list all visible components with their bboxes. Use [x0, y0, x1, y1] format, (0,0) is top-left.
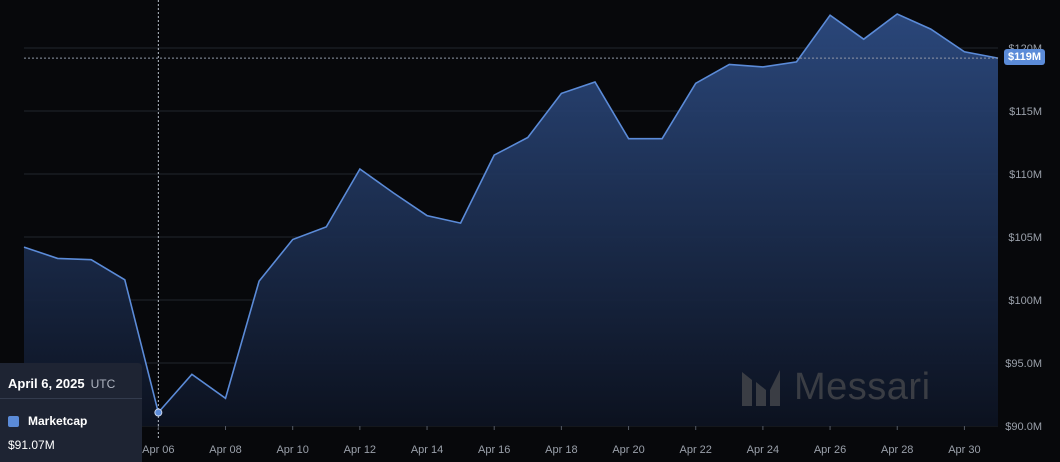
x-tick-label: Apr 10 [276, 444, 308, 456]
crosshair-point [154, 408, 163, 417]
x-tick-label: Apr 16 [478, 444, 510, 456]
x-tick-label: Apr 24 [747, 444, 779, 456]
tooltip-series-label: Marketcap [28, 414, 88, 428]
y-tick-label: $115M [1009, 106, 1042, 118]
watermark-text: Messari [794, 365, 931, 408]
messari-watermark: Messari [740, 363, 931, 411]
x-tick-label: Apr 14 [411, 444, 443, 456]
x-tick-label: Apr 22 [680, 444, 712, 456]
chart-tooltip: April 6, 2025 UTC Marketcap $91.07M [0, 363, 142, 462]
tooltip-date: April 6, 2025 [8, 376, 85, 391]
y-tick-label: $105M [1008, 232, 1042, 244]
tooltip-series-row: Marketcap [8, 414, 87, 428]
x-axis-ticks: Apr 06 Apr 08 Apr 10 Apr 12 Apr 14 Apr 16 Apr … [142, 426, 981, 456]
y-axis-ticks: $90.0M$95.0M$100M$105M$110M$115M$120M [1005, 43, 1042, 433]
tooltip-divider [0, 398, 142, 399]
tooltip-value: $91.07M [8, 438, 55, 452]
messari-logo-icon [742, 370, 780, 406]
x-tick-label: Apr 30 [948, 444, 980, 456]
x-tick-label: Apr 08 [209, 444, 241, 456]
x-tick-label: Apr 26 [814, 444, 846, 456]
last-value-badge: $119M [1004, 49, 1045, 65]
x-tick-label: Apr 20 [612, 444, 644, 456]
x-tick-label: Apr 06 [142, 444, 174, 456]
x-tick-label: Apr 28 [881, 444, 913, 456]
x-tick-label: Apr 12 [344, 444, 376, 456]
x-tick-label: Apr 18 [545, 444, 577, 456]
series-swatch [8, 415, 19, 427]
y-tick-label: $95.0M [1005, 358, 1042, 370]
tooltip-timezone: UTC [90, 377, 116, 391]
tooltip-date-row: April 6, 2025 UTC [8, 376, 115, 391]
y-tick-label: $100M [1008, 295, 1042, 307]
y-tick-label: $90.0M [1005, 421, 1042, 433]
y-tick-label: $110M [1009, 169, 1042, 181]
